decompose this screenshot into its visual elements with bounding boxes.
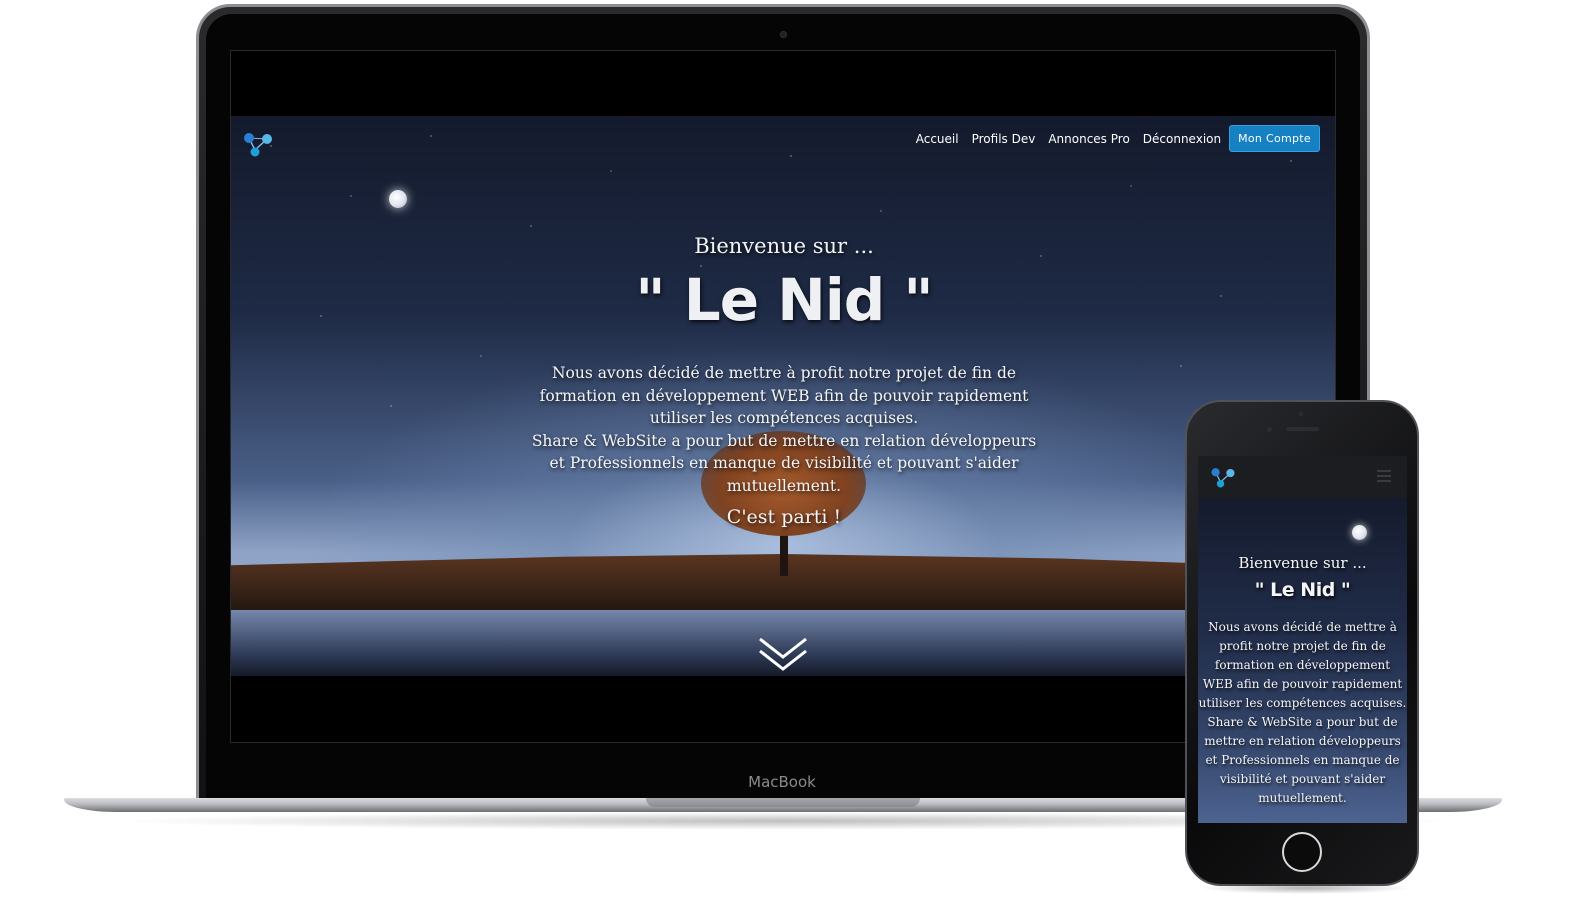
mobile-navbar	[1198, 456, 1407, 498]
mobile-description-line: Share & WebSite a pour but de	[1207, 715, 1398, 729]
mobile-description-line: WEB afin de pouvoir rapidement	[1202, 677, 1403, 691]
mon-compte-button[interactable]: Mon Compte	[1229, 125, 1320, 152]
mobile-description-line: Nous avons décidé de mettre à	[1208, 620, 1397, 634]
mobile-description-line: mettre en relation développeurs	[1204, 734, 1401, 748]
phone-camera	[1267, 427, 1272, 432]
mobile-description-line: formation en développement	[1214, 658, 1391, 672]
hero-section: Accueil Profils Dev Annonces Pro Déconne…	[231, 116, 1335, 676]
molecule-logo-icon[interactable]	[1209, 465, 1237, 491]
hero-description-line: utiliser les compétences acquises.	[649, 409, 919, 427]
moon-image	[389, 190, 407, 208]
mobile-description-line: et Professionnels en manque de	[1205, 753, 1400, 767]
hero-description: Nous avons décidé de mettre à profit not…	[231, 362, 1335, 497]
nav-link-accueil[interactable]: Accueil	[916, 132, 959, 146]
mobile-description-line: profit notre projet de fin de	[1219, 639, 1386, 653]
nav-link-profils-dev[interactable]: Profils Dev	[972, 132, 1036, 146]
hero-description-line: formation en développement WEB afin de p…	[539, 386, 1029, 405]
mobile-description-line: utiliser les compétences acquises.	[1198, 696, 1407, 710]
phone-home-button[interactable]	[1282, 832, 1322, 872]
mobile-description-line: mutuellement.	[1258, 791, 1347, 805]
desktop-screen: Accueil Profils Dev Annonces Pro Déconne…	[230, 50, 1336, 743]
mobile-description-line: visibilité et pouvant s'aider	[1219, 772, 1386, 786]
nav-link-deconnexion[interactable]: Déconnexion	[1143, 132, 1221, 146]
molecule-logo-icon[interactable]	[241, 130, 275, 160]
mobile-hero-title: " Le Nid "	[1254, 579, 1351, 601]
hero-description-line: et Professionnels en manque de visibilit…	[549, 454, 1019, 472]
hero-description-line: Share & WebSite a pour but de mettre en …	[531, 431, 1037, 450]
hero-title: " Le Nid "	[635, 266, 933, 334]
cest-parti-link[interactable]: C'est parti !	[231, 506, 1335, 528]
menu-bar	[1377, 470, 1391, 472]
mobile-screen: Bienvenue sur ... " Le Nid " Nous avons …	[1198, 456, 1407, 823]
phone-shadow	[1200, 882, 1410, 894]
phone-sensor	[1299, 412, 1303, 416]
mobile-hero-description: Nous avons décidé de mettre à profit not…	[1198, 618, 1407, 808]
hamburger-menu-icon[interactable]	[1377, 470, 1391, 482]
nav-links: Accueil Profils Dev Annonces Pro Déconne…	[903, 125, 1320, 152]
hero-description-line: Nous avons décidé de mettre à profit not…	[551, 364, 1017, 382]
menu-bar	[1377, 475, 1391, 477]
hero-welcome: Bienvenue sur ...	[694, 234, 874, 258]
mobile-hero-welcome: Bienvenue sur ...	[1238, 554, 1367, 572]
phone-speaker	[1286, 427, 1319, 431]
hero-description-line: mutuellement.	[726, 476, 842, 495]
moon-image	[1352, 525, 1367, 540]
macbook-label: MacBook	[748, 773, 816, 791]
nav-link-annonces-pro[interactable]: Annonces Pro	[1048, 132, 1129, 146]
mobile-hero-section: Bienvenue sur ... " Le Nid " Nous avons …	[1198, 498, 1407, 823]
double-chevron-down-icon[interactable]	[756, 633, 810, 675]
navbar: Accueil Profils Dev Annonces Pro Déconne…	[231, 116, 1335, 166]
laptop-notch	[646, 798, 920, 807]
laptop-camera	[780, 31, 787, 38]
menu-bar	[1377, 480, 1391, 482]
